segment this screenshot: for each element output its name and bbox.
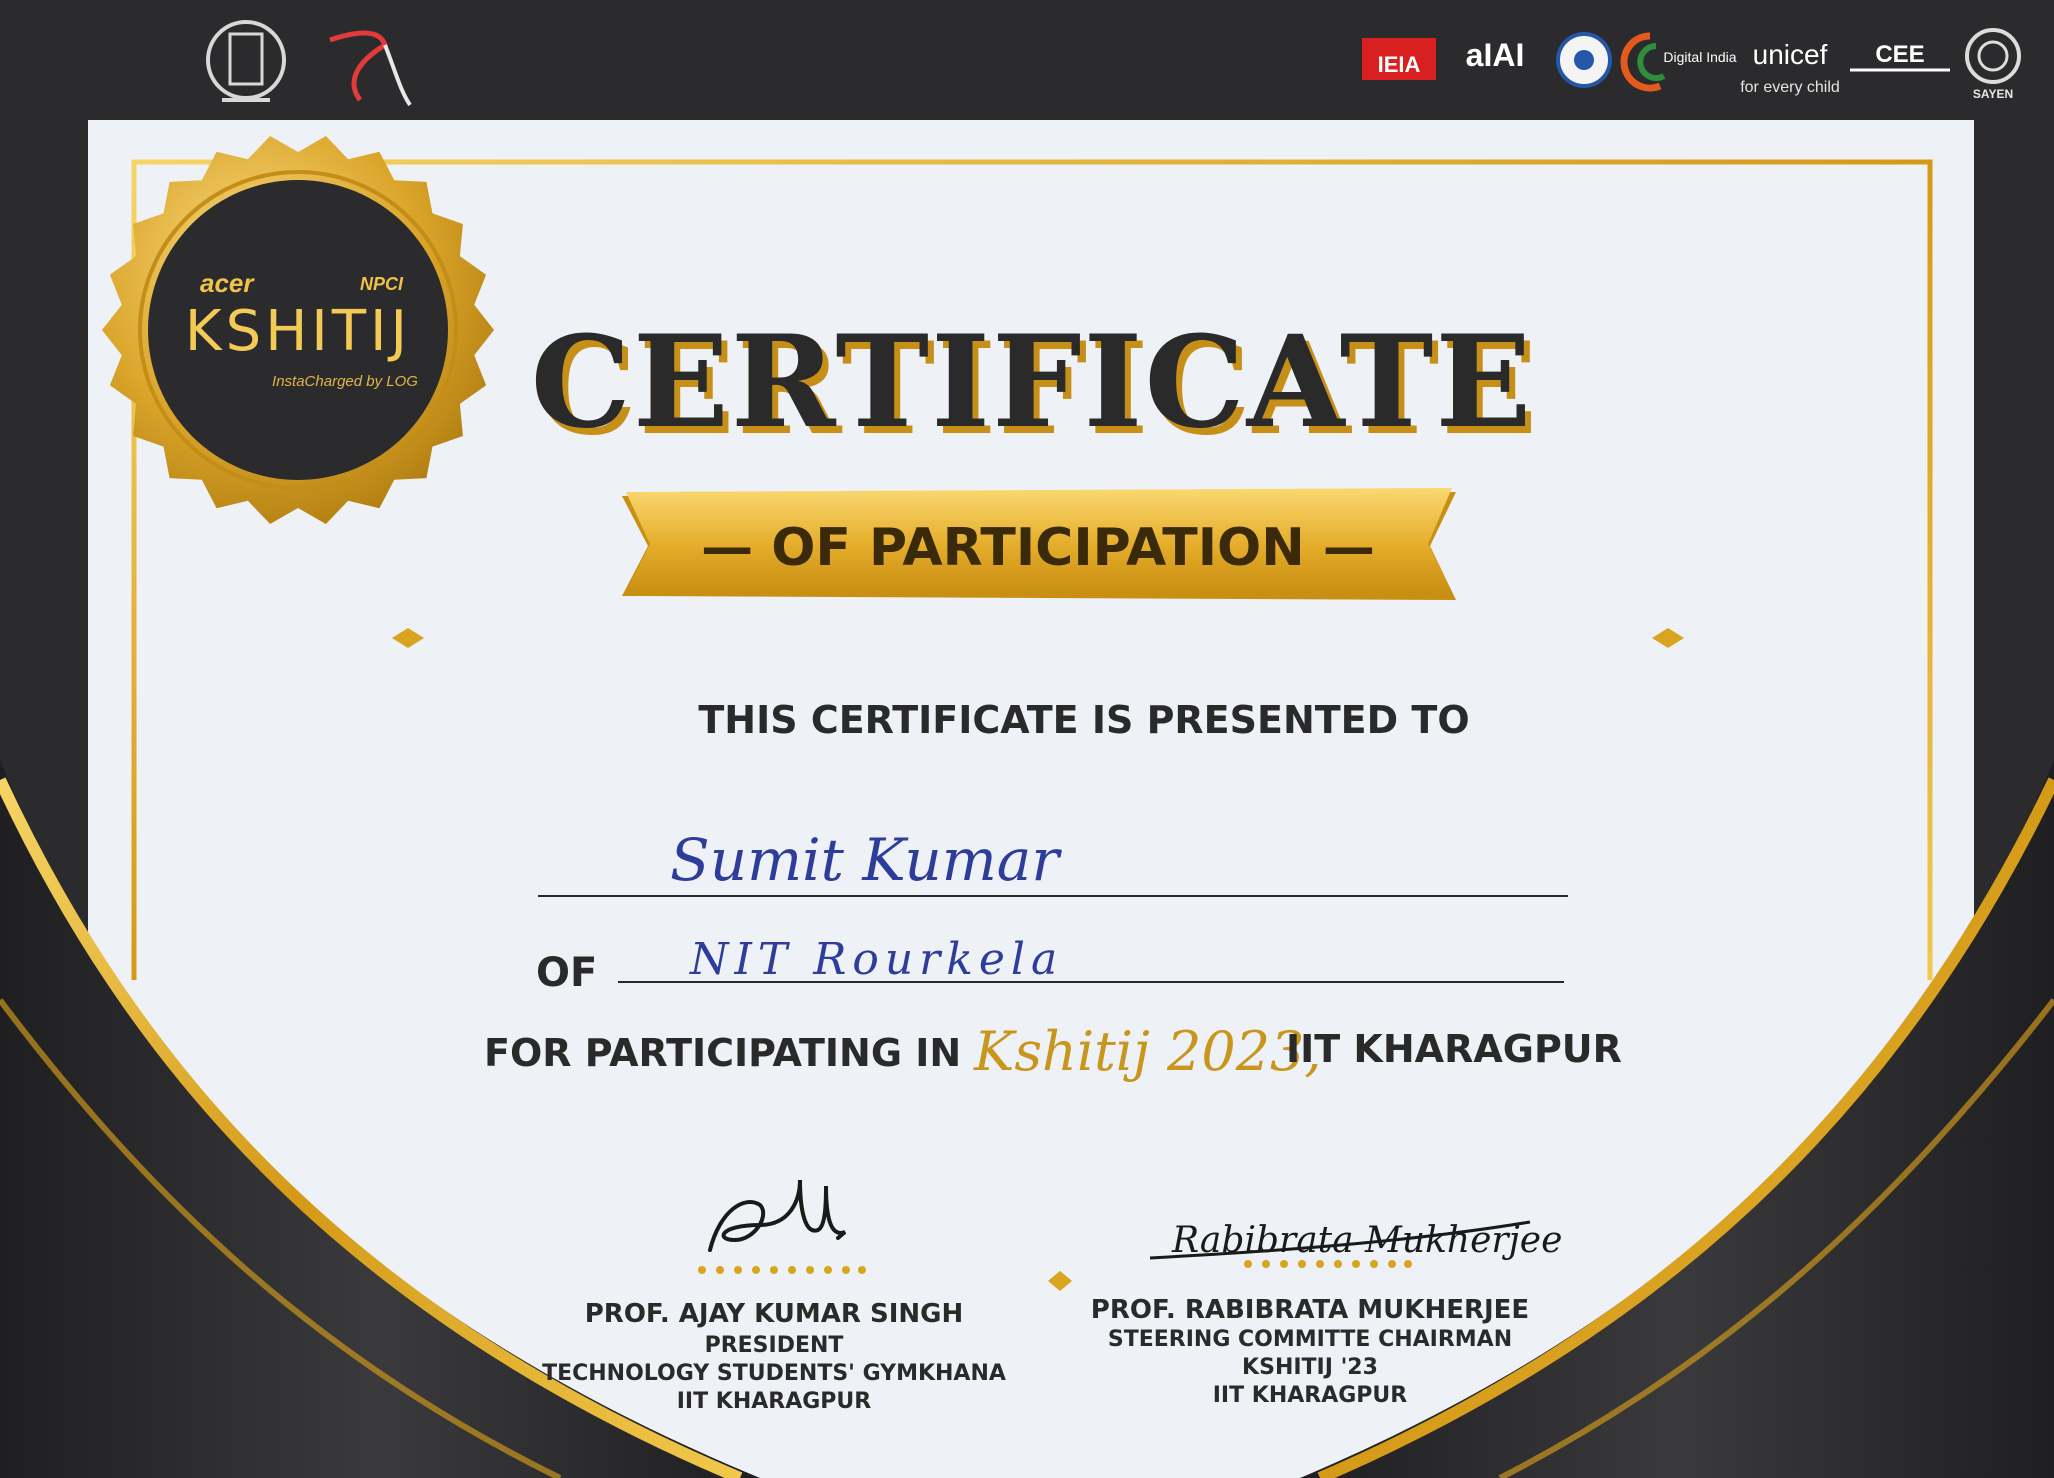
presented-to-label: THIS CERTIFICATE IS PRESENTED TO bbox=[698, 698, 1469, 742]
participating-suffix: IIT KHARAGPUR bbox=[1286, 1027, 1622, 1071]
seal-brand: acer bbox=[200, 268, 255, 298]
of-label: OF bbox=[536, 950, 597, 996]
signatory-right-name: PROF. RABIBRATA MUKHERJEE bbox=[1091, 1295, 1529, 1325]
participating-prefix: FOR PARTICIPATING IN bbox=[484, 1031, 961, 1075]
digital-india-text: Digital India bbox=[1663, 49, 1736, 65]
certificate-title: CERTIFICATE bbox=[531, 308, 1534, 456]
institution-name: NIT Rourkela bbox=[689, 934, 1063, 985]
ieia-logo-text: IEIA bbox=[1378, 52, 1421, 77]
participation-ribbon: — OF PARTICIPATION — bbox=[622, 488, 1456, 600]
cee-logo: CEE bbox=[1875, 41, 1924, 68]
signatory-right-org: KSHITIJ '23 bbox=[1242, 1355, 1378, 1380]
seal-event: KSHITIJ bbox=[185, 299, 411, 364]
ieia-logo: IEIA bbox=[1362, 38, 1436, 80]
aiai-logo: aIAI bbox=[1466, 37, 1525, 73]
event-script: Kshitij 2023, bbox=[973, 1020, 1322, 1083]
signatory-right-institute: IIT KHARAGPUR bbox=[1213, 1383, 1408, 1408]
seal-tagline: InstaCharged by LOG bbox=[272, 373, 418, 390]
unicef-subtext: for every child bbox=[1740, 79, 1840, 96]
signatory-left-name: PROF. AJAY KUMAR SINGH bbox=[585, 1299, 964, 1329]
seal-partner: NPCI bbox=[360, 274, 404, 294]
unicef-logo: unicef bbox=[1753, 39, 1828, 70]
sayen-text: SAYEN bbox=[1973, 87, 2013, 101]
ribbon-text: — OF PARTICIPATION — bbox=[701, 518, 1375, 578]
signatory-left-role: PRESIDENT bbox=[705, 1333, 844, 1358]
signatory-left-org: TECHNOLOGY STUDENTS' GYMKHANA bbox=[542, 1361, 1006, 1386]
certificate-scene: IEIA aIAI Digital India unicef for every… bbox=[0, 0, 2054, 1478]
gov-emblem-logo bbox=[1556, 32, 1612, 88]
signatory-left-institute: IIT KHARAGPUR bbox=[677, 1389, 872, 1414]
signatory-right-role: STEERING COMMITTE CHAIRMAN bbox=[1108, 1327, 1512, 1352]
recipient-name: Sumit Kumar bbox=[670, 826, 1062, 894]
